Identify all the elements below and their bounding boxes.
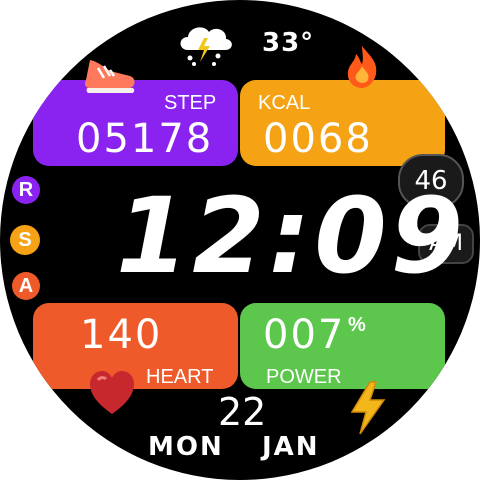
flame-icon (347, 46, 377, 88)
heart-icon (90, 371, 134, 414)
date-day: 22 (218, 390, 267, 434)
heart-rate-value: 140 (80, 312, 163, 358)
date-month: JAN (262, 432, 320, 462)
shortcut-a-button[interactable]: A (12, 272, 40, 300)
battery-value: 007 (263, 312, 346, 358)
battery-unit: % (348, 314, 366, 336)
steps-value: 05178 (76, 116, 214, 162)
calories-label: KCAL (258, 92, 311, 114)
sneaker-icon (85, 60, 135, 93)
temperature-value: 33° (262, 28, 315, 58)
thunderstorm-cloud-icon (180, 27, 232, 66)
main-time: 12:09 (116, 175, 468, 297)
watch-face: 33° STEP 05178 KCAL 0068 46 AM R S A 12:… (0, 0, 480, 480)
shortcut-s-button[interactable]: S (10, 225, 40, 255)
date-weekday: MON (148, 432, 224, 462)
heart-rate-label: HEART (146, 366, 214, 388)
steps-label: STEP (164, 92, 217, 114)
battery-label: POWER (266, 366, 342, 388)
lightning-bolt-icon (350, 381, 386, 435)
calories-value: 0068 (263, 116, 373, 162)
shortcut-r-button[interactable]: R (12, 176, 40, 204)
